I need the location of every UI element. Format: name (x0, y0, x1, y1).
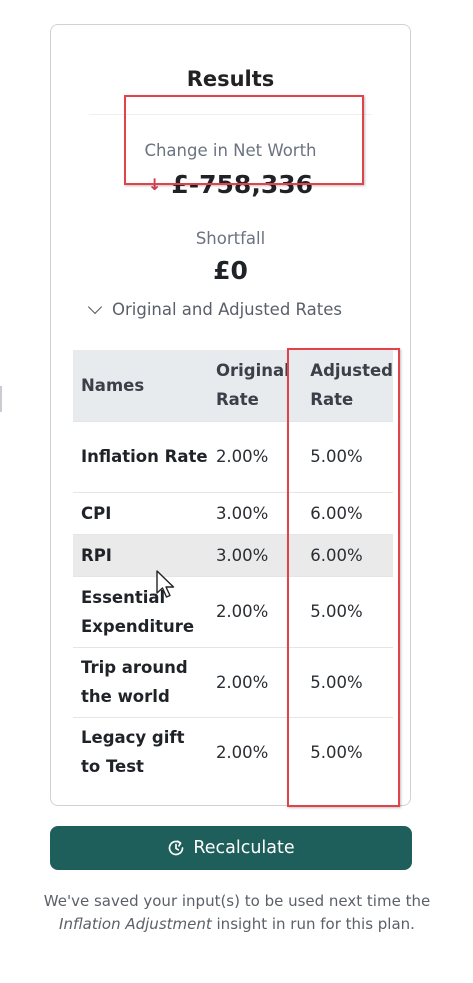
saved-input-note: We've saved your input(s) to be used nex… (40, 890, 434, 936)
chevron-down-icon (87, 299, 103, 314)
annotation-highlight-net-worth (124, 95, 364, 185)
annotation-highlight-adjusted-column (287, 348, 400, 807)
rates-section-label: Original and Adjusted Rates (112, 300, 342, 319)
header-names: Names (73, 350, 208, 421)
shortfall-value: £0 (213, 256, 248, 285)
note-text-part1: We've saved your input(s) to be used nex… (43, 892, 431, 910)
results-title: Results (186, 67, 275, 91)
row-name: Inflation Rate (73, 420, 208, 492)
row-name: CPI (73, 491, 208, 534)
recalculate-button[interactable]: Recalculate (50, 826, 412, 870)
rates-section-toggle[interactable]: Original and Adjusted Rates (87, 299, 342, 319)
note-text-part2: insight in run for this plan. (211, 915, 415, 933)
row-name: Essential Expenditure (73, 575, 208, 647)
recalculate-label: Recalculate (193, 838, 295, 858)
mouse-pointer-icon (156, 570, 175, 598)
refresh-clock-icon (169, 840, 184, 856)
shortfall-label: Shortfall (195, 229, 266, 248)
row-name: Trip around the world (73, 646, 208, 717)
left-edge-marker (0, 386, 2, 412)
row-name: Legacy gift to Test (73, 716, 208, 787)
row-name: RPI (73, 533, 208, 576)
note-insight-name: Inflation Adjustment (59, 915, 212, 933)
